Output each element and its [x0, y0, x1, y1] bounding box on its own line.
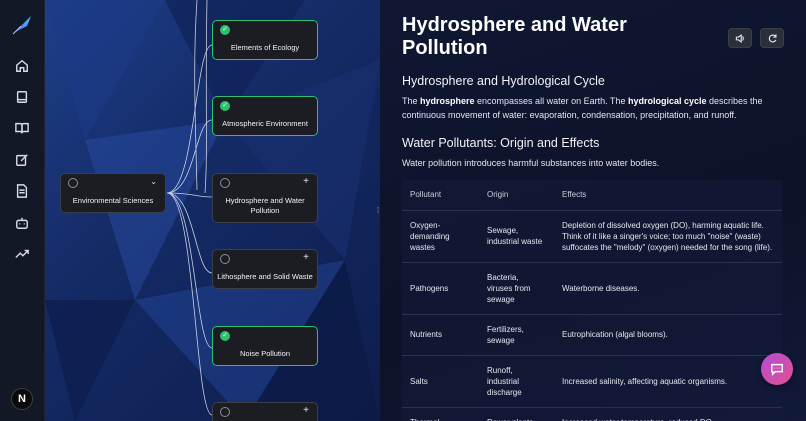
- mindmap-root-node[interactable]: ⌄ Environmental Sciences: [60, 173, 166, 213]
- refresh-icon: [768, 33, 776, 42]
- table-cell: Oxygen-demanding wastes: [402, 209, 479, 262]
- chat-bubble-icon: [771, 363, 783, 376]
- mindmap-canvas[interactable]: ⌄ Environmental Sciences ✓ Elements of E…: [45, 0, 380, 421]
- section-heading: Water Pollutants: Origin and Effects: [402, 136, 600, 150]
- document-icon[interactable]: [12, 181, 32, 201]
- mindmap-node-lithosphere[interactable]: + Lithosphere and Solid Waste: [212, 249, 318, 289]
- table-cell: Increased salinity, affecting aquatic or…: [554, 354, 782, 407]
- paragraph-hydrosphere: The hydrosphere encompasses all water on…: [402, 94, 784, 122]
- table-cell: Runoff, industrial discharge: [479, 354, 554, 407]
- bold-term: hydrosphere: [420, 96, 475, 106]
- chat-button[interactable]: [761, 353, 793, 385]
- chevron-down-icon[interactable]: ⌄: [150, 177, 157, 186]
- table-cell: Sewage, industrial waste: [479, 209, 554, 262]
- user-avatar[interactable]: N: [11, 388, 33, 410]
- mindmap-node-partial[interactable]: +: [212, 402, 318, 421]
- mindmap-node-noise-pollution[interactable]: ✓ Noise Pollution: [212, 326, 318, 366]
- table-cell: Fertilizers, sewage: [479, 313, 554, 355]
- speaker-icon: [735, 33, 744, 43]
- table-cell: Thermal: [402, 406, 479, 421]
- table-cell: Bacteria, viruses from sewage: [479, 261, 554, 314]
- table-cell: Pathogens: [402, 261, 479, 314]
- node-label: Noise Pollution: [239, 349, 291, 358]
- book-icon[interactable]: [12, 87, 32, 107]
- node-label: Lithosphere and Solid Waste: [217, 272, 313, 281]
- column-header: Effects: [562, 190, 587, 200]
- table-cell: Increased water temperature, reduced DO: [554, 406, 782, 421]
- status-circle-icon[interactable]: [68, 178, 78, 188]
- mindmap-node-atmospheric-environment[interactable]: ✓ Atmospheric Environment: [212, 96, 318, 136]
- table-row: Pathogens Bacteria, viruses from sewage …: [402, 261, 782, 314]
- content-panel: Hydrosphere and Water Pollution Hydrosph…: [380, 0, 806, 421]
- panel-actions: [728, 28, 784, 48]
- column-header: Origin: [487, 190, 509, 200]
- node-label: Atmospheric Environment: [222, 119, 308, 128]
- node-label: Environmental Sciences: [72, 196, 154, 205]
- table-cell: Waterborne diseases.: [554, 261, 782, 314]
- refresh-button[interactable]: [760, 28, 784, 48]
- check-icon: ✓: [220, 331, 230, 341]
- open-book-icon[interactable]: [12, 118, 32, 138]
- table-cell: Salts: [402, 354, 479, 407]
- quill-pen-logo[interactable]: [9, 12, 35, 38]
- table-cell: Power plants: [479, 406, 554, 421]
- table-row: Salts Runoff, industrial discharge Incre…: [402, 354, 782, 407]
- node-label: Elements of Ecology: [230, 43, 300, 52]
- text: encompasses all water on Earth. The: [474, 96, 628, 106]
- check-icon: ✓: [220, 101, 230, 111]
- table-cell: Nutrients: [402, 313, 479, 355]
- section-heading: Hydrosphere and Hydrological Cycle: [402, 74, 605, 88]
- edit-note-icon[interactable]: [12, 150, 32, 170]
- table-cell: Depletion of dissolved oxygen (DO), harm…: [554, 209, 782, 262]
- pollutants-table: Pollutant Origin Effects Oxygen-demandin…: [402, 180, 782, 421]
- node-label: Hydrosphere and Water Pollution: [225, 196, 305, 215]
- mindmap-node-hydrosphere[interactable]: + Hydrosphere and Water Pollution: [212, 173, 318, 223]
- home-icon[interactable]: [12, 56, 32, 76]
- plus-icon[interactable]: +: [303, 406, 309, 416]
- table-cell: Eutrophication (algal blooms).: [554, 313, 782, 355]
- table-row: Thermal Power plants Increased water tem…: [402, 406, 782, 421]
- mindmap-node-elements-of-ecology[interactable]: ✓ Elements of Ecology: [212, 20, 318, 60]
- status-circle-icon[interactable]: [220, 178, 230, 188]
- trending-up-icon[interactable]: [12, 244, 32, 264]
- table-header-row: Pollutant Origin Effects: [402, 180, 782, 210]
- plus-icon[interactable]: +: [303, 177, 309, 187]
- robot-icon[interactable]: [12, 213, 32, 233]
- status-circle-icon[interactable]: [220, 254, 230, 264]
- check-icon: ✓: [220, 25, 230, 35]
- text: The: [402, 96, 421, 106]
- paragraph-pollution: Water pollution introduces harmful subst…: [402, 158, 660, 168]
- table-row: Nutrients Fertilizers, sewage Eutrophica…: [402, 313, 782, 355]
- bold-term: hydrological cycle: [627, 96, 707, 106]
- table-row: Oxygen-demanding wastes Sewage, industri…: [402, 209, 782, 262]
- column-header: Pollutant: [410, 190, 442, 200]
- speaker-button[interactable]: [728, 28, 752, 48]
- plus-icon[interactable]: +: [303, 253, 309, 263]
- status-circle-icon[interactable]: [220, 407, 230, 417]
- page-title: Hydrosphere and Water Pollution: [402, 14, 627, 59]
